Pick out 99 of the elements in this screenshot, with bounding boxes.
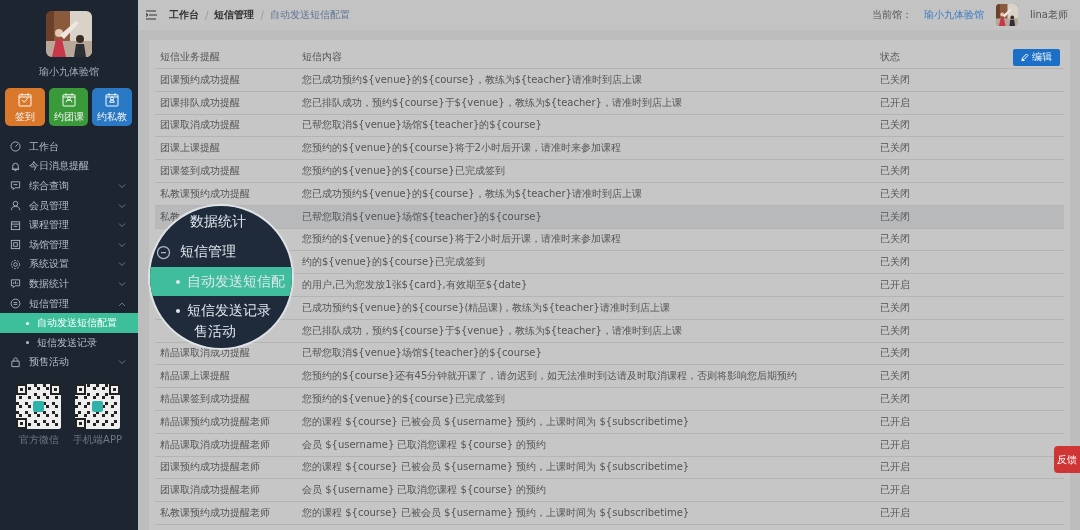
table-cell: 已关闭 (880, 369, 910, 384)
sidebar-item[interactable]: 课程管理 (0, 215, 138, 235)
table-cell: 您的课程 ${course} 已被会员 ${username} 预约，上课时间为 ${subscribetime} (302, 414, 690, 429)
table-cell: 已关闭 (880, 323, 910, 338)
breadcrumb-item: 自动发送短信配置 (269, 8, 350, 22)
table-cell: 已开启 (880, 483, 910, 498)
table-cell: 私教课预约成功提醒老师 (160, 506, 270, 521)
breadcrumb-item[interactable]: 短信管理 (214, 8, 255, 22)
table-cell: 团课排队成功提醒 (160, 95, 240, 110)
table-cell: 已关闭 (880, 300, 910, 315)
qr-code (75, 384, 120, 430)
chart-screen-icon (10, 278, 21, 290)
table-cell: 团课取消成功提醒老师 (160, 483, 260, 498)
pencil-icon (1021, 53, 1029, 61)
table-cell: 私教课预约成功提醒 (160, 186, 250, 201)
table-cell: 已开启 (880, 460, 910, 475)
table-cell: 已帮您取消${venue}场馆${teacher}的${course} (302, 209, 542, 224)
table-cell: 您已排队成功，预约${course}于${venue}，教练为${teacher}，请准时到店上课 (302, 95, 682, 110)
magnified-menu-item[interactable]: 短信管理 (150, 237, 292, 267)
table-cell: 的用户,已为您发放1张${card},有效期至${date} (302, 278, 528, 293)
calendar-icon (59, 90, 78, 109)
table-cell: 已关闭 (880, 232, 910, 247)
edit-button[interactable]: 编辑 (1013, 48, 1060, 66)
venue-name: 瑜小九体验馆 (38, 65, 100, 79)
table-cell: 团课上课提醒 (160, 141, 220, 156)
breadcrumb-separator: / (260, 9, 264, 21)
table-cell: 已关闭 (880, 255, 910, 270)
table-cell: 您预约的${venue}的${course}将于2小时后开课，请准时来参加课程 (302, 232, 621, 247)
table-cell: 精品课签到成功提醒 (160, 392, 250, 407)
table-cell: 已关闭 (880, 141, 910, 156)
sidebar-item[interactable]: 工作台 (0, 137, 138, 157)
table-cell: 您的课程 ${course} 已被会员 ${username} 预约，上课时间为 ${subscribetime} (302, 460, 690, 475)
column-header: 状态 (880, 50, 900, 64)
sidebar-item[interactable]: 短信管理 (0, 293, 138, 314)
table-cell: 已关闭 (880, 118, 910, 133)
quick-action-button[interactable]: 约私教 (92, 88, 132, 126)
table-cell: 已开启 (880, 437, 910, 452)
gauge-icon (10, 141, 21, 153)
qr-caption: 官方微信 (18, 433, 59, 448)
table-cell: 已关闭 (880, 164, 910, 179)
bell-icon (10, 160, 21, 172)
gear-icon (10, 258, 21, 270)
user-name[interactable]: lina老师 (1029, 8, 1068, 22)
table-cell: 团课预约成功提醒 (160, 72, 240, 87)
table-cell: 已开启 (880, 95, 910, 110)
sidebar-item[interactable]: 今日消息提醒 (0, 156, 138, 177)
table-cell: 已关闭 (880, 346, 910, 361)
table-cell: 团课取消成功提醒 (160, 118, 240, 133)
table-cell: 会员 ${username} 已取消您课程 ${course} 的预约 (302, 437, 547, 452)
column-header: 短信内容 (302, 50, 342, 64)
table-cell: 已开启 (880, 414, 910, 429)
table-cell: 团课预约成功提醒老师 (160, 460, 260, 475)
sidebar-subitem[interactable]: 短信发送记录 (0, 332, 138, 353)
calendar-icon (15, 90, 34, 109)
qr-caption: 手机端APP (73, 433, 122, 448)
sidebar-item[interactable]: 综合查询 (0, 176, 138, 196)
qr-code (16, 384, 62, 430)
table-cell: 您的课程 ${course} 已被会员 ${username} 预约，上课时间为 ${subscribetime} (302, 506, 690, 521)
table-cell: 您预约的${course}还有45分钟就开课了，请勿迟到，如无法准时到达请及时取消课程，否则将影响您后期预约 (302, 369, 798, 384)
feedback-tab[interactable]: 反馈 (1054, 446, 1080, 473)
table-cell: 已关闭 (880, 186, 910, 201)
menu-icon[interactable] (146, 10, 157, 20)
sidebar-item[interactable]: 会员管理 (0, 195, 138, 216)
calendar-icon (103, 90, 122, 109)
chat-screen-icon (10, 180, 21, 192)
table-cell: 精品课取消成功提醒老师 (160, 437, 270, 452)
table-cell: 已关闭 (880, 392, 910, 407)
table-cell: 已帮您取消${venue}场馆${teacher}的${course} (302, 118, 542, 133)
column-header: 短信业务提醒 (160, 50, 220, 64)
building-icon (10, 239, 21, 251)
table-cell: 您预约的${venue}的${course}已完成签到 (302, 164, 505, 179)
table-cell: 团课签到成功提醒 (160, 164, 240, 179)
breadcrumb-separator: / (205, 9, 209, 21)
table-cell: 精品课上课提醒 (160, 369, 230, 384)
chat-bubble-icon (10, 298, 21, 310)
sidebar-item[interactable]: 场馆管理 (0, 234, 138, 255)
chat-bubble-icon (156, 244, 171, 260)
table-cell: 您预约的${venue}的${course}将于2小时后开课，请准时来参加课程 (302, 141, 621, 156)
table-cell: 已成功预约${venue}的${course}(精品课)，教练为${teacher}请准时到店上课 (302, 300, 670, 315)
sidebar-item[interactable]: 预售活动 (0, 352, 138, 373)
table-cell: 约的${venue}的${course}已完成签到 (302, 255, 485, 270)
table-cell: 已开启 (880, 278, 910, 293)
table-cell: 已开启 (880, 506, 910, 521)
table-cell: 已关闭 (880, 209, 910, 224)
table-cell: 已帮您取消${venue}场馆${teacher}的${course} (302, 346, 542, 361)
table-cell: 您已成功预约${venue}的${course}，教练为${teacher}请准时到店上课 (302, 72, 642, 87)
table-cell: 您已排队成功，预约${course}于${venue}，教练为${teacher}，请准时到店上课 (302, 323, 682, 338)
venue-label: 当前馆： (871, 8, 912, 22)
calendar-icon (10, 219, 21, 231)
bag-icon (10, 356, 21, 368)
table-cell: 精品课预约成功提醒老师 (160, 414, 270, 429)
sidebar-item[interactable]: 系统设置 (0, 254, 138, 275)
table-cell: 已关闭 (880, 72, 910, 87)
sidebar-item[interactable]: 数据统计 (0, 274, 138, 294)
table-cell: 会员 ${username} 已取消您课程 ${course} 的预约 (302, 483, 547, 498)
table-cell: 您已成功预约${venue}的${course}，教练为${teacher}请准时到店上课 (302, 186, 642, 201)
breadcrumb-item[interactable]: 工作台 (169, 8, 199, 22)
person-icon (10, 200, 21, 212)
table-cell: 您预约的${venue}的${course}已完成签到 (302, 392, 505, 407)
